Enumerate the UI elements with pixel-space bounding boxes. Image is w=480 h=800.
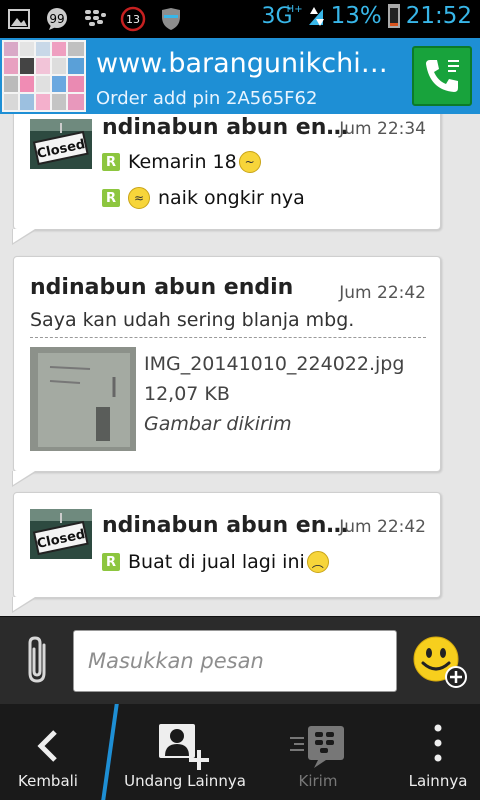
message-line: R ≈ naik ongkir nya xyxy=(102,187,305,209)
shield-icon xyxy=(158,6,184,32)
battery-percent: 13% xyxy=(330,3,382,29)
message-text: Saya kan udah sering blanja mbg. xyxy=(30,309,355,331)
sender-name: ndinabun abun en… xyxy=(102,513,349,538)
divider xyxy=(30,337,426,338)
attachment-status: Gambar dikirim xyxy=(144,413,292,435)
action-bar: Kembali Undang Lainnya Kirim Lainnya xyxy=(0,704,480,800)
message-bubble[interactable]: Closed ndinabun abun en… Jum 22:42 R Bua… xyxy=(12,492,441,613)
notification-count: 13 xyxy=(126,13,140,26)
clock: 21:52 xyxy=(405,3,472,29)
message-time: Jum 22:42 xyxy=(339,517,426,537)
invite-label: Undang Lainnya xyxy=(124,772,246,790)
chevron-left-icon xyxy=(37,730,57,762)
sender-avatar: Closed xyxy=(30,119,92,169)
sender-name: ndinabun abun endin xyxy=(30,275,294,300)
paperclip-icon[interactable] xyxy=(22,635,56,687)
invite-others-button[interactable]: Undang Lainnya xyxy=(118,704,252,800)
more-label: Lainnya xyxy=(408,772,468,790)
message-bubble[interactable]: ndinabun abun endin Jum 22:42 Saya kan u… xyxy=(12,256,441,487)
divider xyxy=(101,704,119,800)
more-options-button[interactable]: Lainnya xyxy=(396,704,480,800)
overflow-menu-icon xyxy=(434,724,442,762)
bbm-send-icon xyxy=(290,726,344,768)
sender-name: ndinabun abun en… xyxy=(102,115,349,140)
message-line: R Buat di jual lagi ini ︵ xyxy=(102,551,329,573)
message-line: R Kemarin 18 ~ xyxy=(102,151,261,173)
bbm-icon xyxy=(82,6,108,32)
send-button[interactable]: Kirim xyxy=(262,704,374,800)
chat-history[interactable]: Closed ndinabun abun en… Jum 22:34 R Kem… xyxy=(0,114,480,616)
chat-title[interactable]: www.barangunikchin… xyxy=(96,48,396,79)
worried-emoji-icon: ≈ xyxy=(128,187,150,209)
contact-avatar[interactable] xyxy=(2,40,86,112)
notification-count-icon: 13 xyxy=(120,6,146,32)
status-icons-left: 99 13 xyxy=(6,6,184,32)
svg-text:99: 99 xyxy=(49,12,64,26)
read-receipt-badge: R xyxy=(102,153,120,171)
status-icons-right: 3G H+ 13% 21:52 xyxy=(262,3,472,29)
gallery-icon xyxy=(6,6,32,32)
message-time: Jum 22:42 xyxy=(339,283,426,303)
signal-icon xyxy=(308,7,324,26)
phone-icon xyxy=(426,60,459,92)
message-input-placeholder: Masukkan pesan xyxy=(88,649,264,673)
smiley-add-icon[interactable] xyxy=(412,633,468,689)
back-button[interactable]: Kembali xyxy=(0,704,96,800)
message-text: Buat di jual lagi ini xyxy=(128,551,305,573)
back-label: Kembali xyxy=(18,772,78,790)
message-bubble[interactable]: Closed ndinabun abun en… Jum 22:34 R Kem… xyxy=(12,114,441,245)
voice-call-button[interactable] xyxy=(412,46,472,106)
read-receipt-badge: R xyxy=(102,553,120,571)
attachment-filename: IMG_20141010_224022.jpg xyxy=(144,353,405,375)
network-type: 3G H+ xyxy=(261,3,303,29)
attachment-size: 12,07 KB xyxy=(144,383,230,405)
sad-emoji-icon: ︵ xyxy=(306,551,329,573)
chat-bubble-icon: 99 xyxy=(44,6,70,32)
confused-emoji-icon: ~ xyxy=(238,151,261,173)
battery-icon xyxy=(387,4,400,28)
compose-bar: Masukkan pesan xyxy=(0,616,480,704)
image-thumbnail[interactable] xyxy=(30,347,136,451)
status-bar: 99 13 3G H+ 13% 21:52 xyxy=(0,0,480,38)
message-input[interactable]: Masukkan pesan xyxy=(73,630,397,692)
send-label: Kirim xyxy=(298,772,338,790)
sender-avatar: Closed xyxy=(30,509,92,559)
message-time: Jum 22:34 xyxy=(339,119,426,139)
chat-subtitle: Order add pin 2A565F62 xyxy=(96,88,318,109)
add-contact-icon xyxy=(159,724,209,770)
message-text: Kemarin 18 xyxy=(128,151,237,173)
message-text: naik ongkir nya xyxy=(158,187,305,209)
read-receipt-badge: R xyxy=(102,189,120,207)
chat-header: www.barangunikchin… Order add pin 2A565F… xyxy=(0,38,480,114)
